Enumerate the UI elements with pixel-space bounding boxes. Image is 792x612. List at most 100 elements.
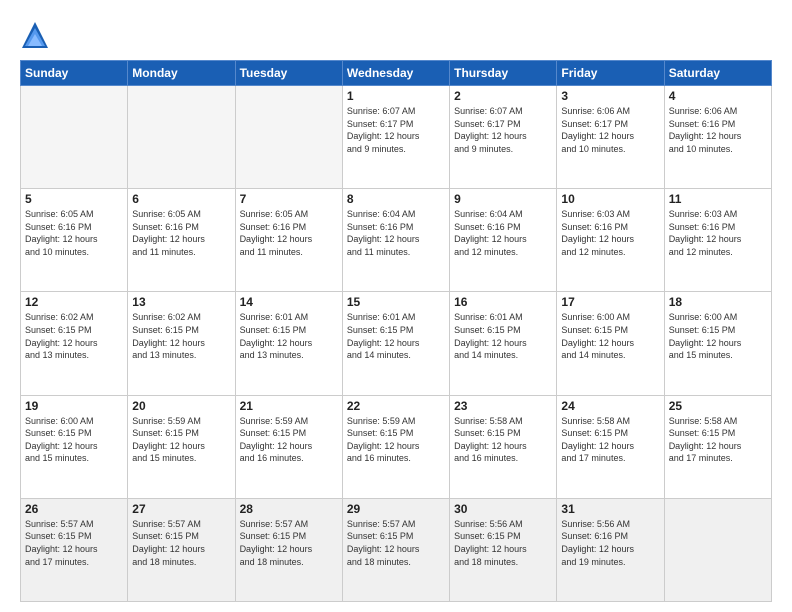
day-number: 24 (561, 399, 659, 413)
calendar-week-5: 26 Sunrise: 5:57 AM Sunset: 6:15 PM Dayli… (21, 498, 772, 601)
calendar-cell: 3 Sunrise: 6:06 AM Sunset: 6:17 PM Daylig… (557, 86, 664, 189)
day-info: Sunrise: 6:03 AM Sunset: 6:16 PM Dayligh… (669, 208, 767, 258)
calendar-cell: 16Sunrise: 6:01 AM Sunset: 6:15 PM Dayli… (450, 292, 557, 395)
day-number: 21 (240, 399, 338, 413)
weekday-header-row: SundayMondayTuesdayWednesdayThursdayFrid… (21, 61, 772, 86)
calendar-table: SundayMondayTuesdayWednesdayThursdayFrid… (20, 60, 772, 602)
weekday-header-thursday: Thursday (450, 61, 557, 86)
day-info: Sunrise: 6:02 AM Sunset: 6:15 PM Dayligh… (132, 311, 230, 361)
day-info: Sunrise: 5:59 AM Sunset: 6:15 PM Dayligh… (240, 415, 338, 465)
day-info: Sunrise: 6:02 AM Sunset: 6:15 PM Dayligh… (25, 311, 123, 361)
calendar-week-4: 19 Sunrise: 6:00 AM Sunset: 6:15 PM Dayli… (21, 395, 772, 498)
calendar-cell: 20Sunrise: 5:59 AM Sunset: 6:15 PM Dayli… (128, 395, 235, 498)
day-number: 4 (669, 89, 767, 103)
calendar-cell: 29 Sunrise: 5:57 AM Sunset: 6:15 PM Dayli… (342, 498, 449, 601)
day-info: Sunrise: 6:06 AM Sunset: 6:17 PM Dayligh… (561, 105, 659, 155)
calendar-cell: 1Sunrise: 6:07 AM Sunset: 6:17 PM Daylig… (342, 86, 449, 189)
day-number: 23 (454, 399, 552, 413)
calendar-cell: 7 Sunrise: 6:05 AM Sunset: 6:16 PM Daylig… (235, 189, 342, 292)
day-info: Sunrise: 5:57 AM Sunset: 6:15 PM Dayligh… (347, 518, 445, 568)
calendar-cell: 21 Sunrise: 5:59 AM Sunset: 6:15 PM Dayli… (235, 395, 342, 498)
day-info: Sunrise: 6:05 AM Sunset: 6:16 PM Dayligh… (240, 208, 338, 258)
calendar-cell: 31 Sunrise: 5:56 AM Sunset: 6:16 PM Dayli… (557, 498, 664, 601)
day-number: 15 (347, 295, 445, 309)
day-number: 17 (561, 295, 659, 309)
day-info: Sunrise: 6:05 AM Sunset: 6:16 PM Dayligh… (25, 208, 123, 258)
day-number: 26 (25, 502, 123, 516)
day-number: 29 (347, 502, 445, 516)
calendar-cell: 19 Sunrise: 6:00 AM Sunset: 6:15 PM Dayli… (21, 395, 128, 498)
calendar-cell: 5 Sunrise: 6:05 AM Sunset: 6:16 PM Daylig… (21, 189, 128, 292)
calendar-cell: 12 Sunrise: 6:02 AM Sunset: 6:15 PM Dayli… (21, 292, 128, 395)
calendar-cell: 11 Sunrise: 6:03 AM Sunset: 6:16 PM Dayli… (664, 189, 771, 292)
day-info: Sunrise: 6:04 AM Sunset: 6:16 PM Dayligh… (454, 208, 552, 258)
day-number: 11 (669, 192, 767, 206)
day-number: 28 (240, 502, 338, 516)
weekday-header-wednesday: Wednesday (342, 61, 449, 86)
day-info: Sunrise: 6:04 AM Sunset: 6:16 PM Dayligh… (347, 208, 445, 258)
day-number: 9 (454, 192, 552, 206)
calendar-cell: 27Sunrise: 5:57 AM Sunset: 6:15 PM Dayli… (128, 498, 235, 601)
day-number: 14 (240, 295, 338, 309)
day-info: Sunrise: 5:56 AM Sunset: 6:15 PM Dayligh… (454, 518, 552, 568)
day-number: 16 (454, 295, 552, 309)
calendar-cell: 2Sunrise: 6:07 AM Sunset: 6:17 PM Daylig… (450, 86, 557, 189)
day-number: 13 (132, 295, 230, 309)
calendar-cell: 18Sunrise: 6:00 AM Sunset: 6:15 PM Dayli… (664, 292, 771, 395)
day-info: Sunrise: 5:57 AM Sunset: 6:15 PM Dayligh… (132, 518, 230, 568)
calendar-cell: 10 Sunrise: 6:03 AM Sunset: 6:16 PM Dayli… (557, 189, 664, 292)
calendar-cell: 17 Sunrise: 6:00 AM Sunset: 6:15 PM Dayli… (557, 292, 664, 395)
day-number: 22 (347, 399, 445, 413)
calendar-cell (128, 86, 235, 189)
header (20, 20, 772, 50)
day-number: 25 (669, 399, 767, 413)
day-number: 6 (132, 192, 230, 206)
day-info: Sunrise: 6:07 AM Sunset: 6:17 PM Dayligh… (347, 105, 445, 155)
day-info: Sunrise: 6:01 AM Sunset: 6:15 PM Dayligh… (240, 311, 338, 361)
day-number: 7 (240, 192, 338, 206)
weekday-header-friday: Friday (557, 61, 664, 86)
calendar-cell (235, 86, 342, 189)
day-info: Sunrise: 6:01 AM Sunset: 6:15 PM Dayligh… (347, 311, 445, 361)
day-info: Sunrise: 6:05 AM Sunset: 6:16 PM Dayligh… (132, 208, 230, 258)
day-number: 5 (25, 192, 123, 206)
day-number: 20 (132, 399, 230, 413)
day-number: 31 (561, 502, 659, 516)
day-number: 10 (561, 192, 659, 206)
day-number: 12 (25, 295, 123, 309)
calendar-cell: 30 Sunrise: 5:56 AM Sunset: 6:15 PM Dayli… (450, 498, 557, 601)
day-info: Sunrise: 6:00 AM Sunset: 6:15 PM Dayligh… (25, 415, 123, 465)
day-info: Sunrise: 6:07 AM Sunset: 6:17 PM Dayligh… (454, 105, 552, 155)
day-info: Sunrise: 6:00 AM Sunset: 6:15 PM Dayligh… (561, 311, 659, 361)
calendar-cell: 8 Sunrise: 6:04 AM Sunset: 6:16 PM Daylig… (342, 189, 449, 292)
calendar-cell: 4 Sunrise: 6:06 AM Sunset: 6:16 PM Daylig… (664, 86, 771, 189)
calendar-cell: 26Sunrise: 5:57 AM Sunset: 6:15 PM Dayli… (21, 498, 128, 601)
calendar-cell: 25 Sunrise: 5:58 AM Sunset: 6:15 PM Dayli… (664, 395, 771, 498)
day-info: Sunrise: 5:56 AM Sunset: 6:16 PM Dayligh… (561, 518, 659, 568)
calendar-cell (21, 86, 128, 189)
page: SundayMondayTuesdayWednesdayThursdayFrid… (0, 0, 792, 612)
day-number: 3 (561, 89, 659, 103)
day-info: Sunrise: 6:03 AM Sunset: 6:16 PM Dayligh… (561, 208, 659, 258)
weekday-header-tuesday: Tuesday (235, 61, 342, 86)
day-number: 30 (454, 502, 552, 516)
calendar-cell: 15 Sunrise: 6:01 AM Sunset: 6:15 PM Dayli… (342, 292, 449, 395)
calendar-cell: 28 Sunrise: 5:57 AM Sunset: 6:15 PM Dayli… (235, 498, 342, 601)
calendar-cell: 24Sunrise: 5:58 AM Sunset: 6:15 PM Dayli… (557, 395, 664, 498)
day-info: Sunrise: 5:57 AM Sunset: 6:15 PM Dayligh… (240, 518, 338, 568)
calendar-cell: 6 Sunrise: 6:05 AM Sunset: 6:16 PM Daylig… (128, 189, 235, 292)
day-info: Sunrise: 5:58 AM Sunset: 6:15 PM Dayligh… (669, 415, 767, 465)
logo (20, 20, 54, 50)
day-number: 19 (25, 399, 123, 413)
logo-icon (20, 20, 50, 50)
weekday-header-saturday: Saturday (664, 61, 771, 86)
day-number: 8 (347, 192, 445, 206)
day-info: Sunrise: 6:06 AM Sunset: 6:16 PM Dayligh… (669, 105, 767, 155)
calendar-cell: 9 Sunrise: 6:04 AM Sunset: 6:16 PM Daylig… (450, 189, 557, 292)
day-number: 18 (669, 295, 767, 309)
day-info: Sunrise: 5:58 AM Sunset: 6:15 PM Dayligh… (454, 415, 552, 465)
calendar-week-1: 1Sunrise: 6:07 AM Sunset: 6:17 PM Daylig… (21, 86, 772, 189)
calendar-week-3: 12 Sunrise: 6:02 AM Sunset: 6:15 PM Dayli… (21, 292, 772, 395)
calendar-cell: 14 Sunrise: 6:01 AM Sunset: 6:15 PM Dayli… (235, 292, 342, 395)
calendar-week-2: 5 Sunrise: 6:05 AM Sunset: 6:16 PM Daylig… (21, 189, 772, 292)
